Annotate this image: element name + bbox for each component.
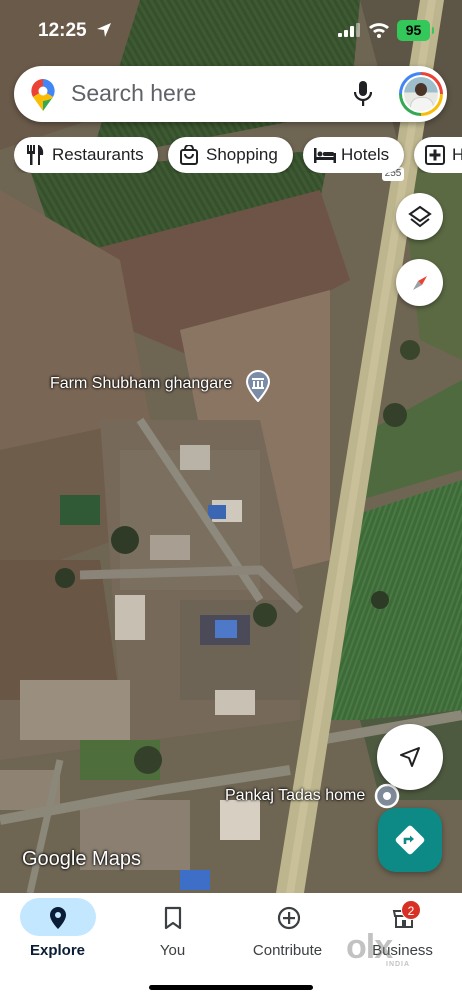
chip-label: Restaurants xyxy=(52,145,144,164)
search-input[interactable]: Search here xyxy=(71,80,196,107)
nav-explore[interactable]: Explore xyxy=(0,893,115,973)
search-bar[interactable]: Search here xyxy=(14,66,447,122)
my-location-button[interactable] xyxy=(377,724,443,790)
fork-knife-icon xyxy=(27,145,44,165)
chip-label: H xyxy=(452,145,462,164)
hospital-icon xyxy=(425,145,445,165)
museum-icon[interactable] xyxy=(245,370,271,402)
profile-avatar[interactable] xyxy=(399,72,443,116)
place-label-farm[interactable]: Farm Shubham ghangare xyxy=(50,375,232,393)
bookmark-icon xyxy=(164,906,182,930)
navigation-arrow-icon xyxy=(400,747,420,767)
category-chips: Restaurants Shopping Hotels H xyxy=(14,137,462,173)
layers-button[interactable] xyxy=(396,193,443,240)
olx-watermark: olx INDIA xyxy=(346,928,410,968)
location-pin-icon xyxy=(50,907,66,929)
google-maps-watermark: Google Maps xyxy=(22,848,141,870)
chip-label: Hotels xyxy=(341,145,390,164)
status-bar: 12:25 95 xyxy=(0,0,462,60)
directions-icon xyxy=(395,825,425,855)
bed-icon xyxy=(314,148,336,163)
status-time: 12:25 xyxy=(38,20,87,41)
layers-icon xyxy=(407,205,432,227)
location-arrow-icon xyxy=(97,23,111,37)
wifi-icon xyxy=(369,23,389,38)
place-label-home[interactable]: Pankaj Tadas home xyxy=(225,787,365,805)
google-maps-logo-icon xyxy=(31,79,55,111)
battery-indicator: 95 xyxy=(397,20,434,41)
compass-icon xyxy=(412,275,427,290)
cellular-signal-icon xyxy=(338,23,360,37)
nav-label: Explore xyxy=(29,942,86,959)
chip-restaurants[interactable]: Restaurants xyxy=(14,137,158,173)
shopping-bag-icon xyxy=(180,145,198,165)
chip-hotels[interactable]: Hotels xyxy=(303,137,404,173)
chip-hospitals[interactable]: H xyxy=(414,137,462,173)
nav-label: You xyxy=(159,942,186,959)
chip-shopping[interactable]: Shopping xyxy=(168,137,293,173)
home-indicator[interactable] xyxy=(149,985,313,990)
compass-button[interactable] xyxy=(396,259,443,306)
nav-label: Contribute xyxy=(252,942,323,959)
chip-label: Shopping xyxy=(206,145,278,164)
nav-contribute[interactable]: Contribute xyxy=(230,893,345,973)
directions-button[interactable] xyxy=(378,808,442,872)
olx-watermark-subtext: INDIA xyxy=(386,961,411,968)
nav-you[interactable]: You xyxy=(115,893,230,973)
add-circle-icon xyxy=(277,906,301,930)
microphone-icon[interactable] xyxy=(354,81,372,107)
notification-badge: 2 xyxy=(401,900,421,920)
